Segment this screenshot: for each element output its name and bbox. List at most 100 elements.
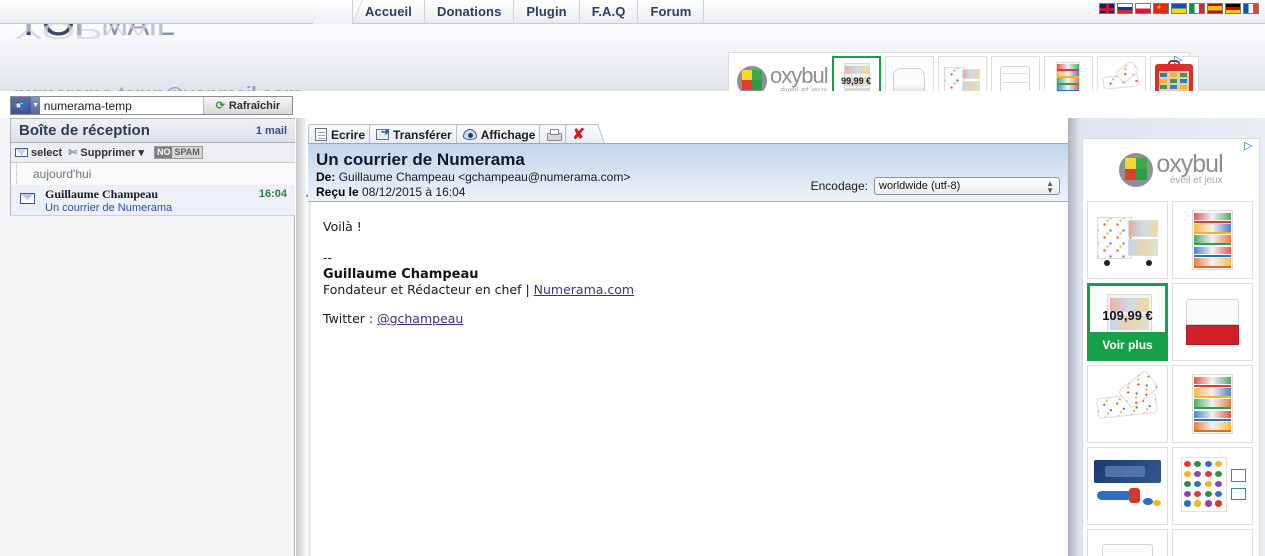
eye-icon (462, 129, 477, 140)
message-toolbar-tabs: Ecrire Transférer Affichage ✘ (308, 122, 595, 144)
nospam-badge[interactable]: NO SPAM (153, 146, 203, 159)
twitter-label: Twitter : (323, 311, 378, 326)
top-ad-thumb-4[interactable] (1043, 56, 1093, 91)
mail-list-item[interactable]: Guillaume Champeau Un courrier de Numeram… (10, 185, 295, 216)
yopmail-page: Accueil Donations Plugin F.A.Q Forum ★ YOPMA… (0, 0, 1265, 556)
tab-ecrire-label: Ecrire (331, 127, 366, 142)
rail-product-cell-3[interactable] (1172, 283, 1253, 361)
tab-delete[interactable]: ✘ (565, 124, 595, 144)
top-ad-thumbnails: 99,99 € (828, 56, 1199, 91)
message-panel: Ecrire Transférer Affichage ✘ Un courrier d… (308, 118, 1068, 556)
message-body: Voilà ! -- Guillaume Champeau Fondateur … (308, 202, 1068, 556)
rail-product-cell-8[interactable] (1087, 529, 1168, 556)
select-all-button[interactable]: select (15, 147, 62, 159)
rail-product-cell-5[interactable] (1172, 365, 1253, 443)
flag-uk-icon[interactable] (1099, 3, 1115, 14)
message-received-value: 08/12/2015 à 16:04 (362, 185, 466, 199)
flag-france-icon[interactable] (1243, 3, 1259, 14)
inbox-action-bar: select ✄ Supprimer ▾ NO SPAM (10, 143, 295, 163)
rail-product-cell-0[interactable] (1087, 201, 1168, 279)
flag-russia-icon[interactable] (1117, 3, 1133, 14)
tab-ecrire[interactable]: Ecrire (308, 124, 376, 144)
adchoices-icon[interactable]: ▷ (1244, 141, 1257, 152)
chevron-down-icon[interactable]: ▾ (138, 146, 144, 159)
encoding-control: Encodage: worldwide (utf-8) ▲ ▼ (811, 177, 1060, 195)
top-banner-ad[interactable]: ▷ oxybul éveil et jeux 99,99 € (728, 52, 1199, 92)
rail-product-cell-6[interactable] (1087, 447, 1168, 525)
rail-product-cell-9[interactable] (1172, 529, 1253, 556)
mail-list: Guillaume Champeau Un courrier de Numeram… (10, 185, 295, 216)
message-header: Un courrier de Numerama De: Guillaume Ch… (308, 144, 1068, 202)
nav-forum[interactable]: Forum (638, 0, 705, 24)
twitter-handle-link[interactable]: @gchampeau (377, 311, 463, 326)
top-ad-price: 99,99 € (841, 76, 872, 86)
delete-label: Supprimer (80, 146, 136, 159)
product-image-white-cart (886, 57, 933, 91)
top-navigation-bar: Accueil Donations Plugin F.A.Q Forum (0, 0, 1265, 24)
product-image-kids-bookshelf (1173, 202, 1252, 278)
message-greeting: Voilà ! (323, 219, 362, 234)
product-image-kids-shelf (1173, 366, 1252, 442)
top-ad-thumb-5[interactable] (1096, 56, 1146, 91)
flag-china-icon[interactable]: ★ (1153, 3, 1169, 14)
compose-icon (315, 128, 327, 141)
tab-affichage[interactable]: Affichage (455, 124, 546, 144)
product-image-red-white-shelf (1173, 284, 1252, 360)
mail-subject: Un courrier de Numerama (45, 202, 173, 214)
language-flag-list: ★ (1099, 3, 1259, 14)
tab-transferer-label: Transférer (393, 127, 452, 142)
printer-icon (546, 128, 563, 141)
rail-ad-unit[interactable]: ▷ oxybul éveil et jeux 109,99 € Voir plus (1082, 138, 1260, 556)
stepper-arrows-icon: ▲ ▼ (1046, 179, 1054, 195)
forward-icon (376, 127, 389, 140)
yopmail-logo-reflection: YOPMAIL (14, 24, 174, 44)
inbox-mail-count: 1 mail (255, 124, 287, 137)
product-image-sticker-sheets (1173, 448, 1252, 524)
encoding-label: Encodage: (810, 179, 868, 193)
product-image-white-shelf (992, 57, 1039, 91)
product-image-mat-cushion (1088, 366, 1167, 442)
nav-faq[interactable]: F.A.Q (580, 0, 639, 24)
rail-product-cell-2[interactable]: 109,99 € Voir plus (1087, 283, 1168, 361)
ad-brand-wordmark: oxybul éveil et jeux (770, 63, 829, 92)
rail-product-cell-1[interactable] (1172, 201, 1253, 279)
flag-germany-icon[interactable] (1225, 3, 1241, 14)
logo-reflection-small: MAIL (100, 24, 174, 40)
top-ad-thumb-0[interactable]: 99,99 € (831, 56, 881, 91)
top-ad-thumb-3[interactable] (990, 56, 1040, 91)
rail-brand-wordmark: oxybul éveil et jeux (1156, 151, 1223, 187)
flag-poland-icon[interactable] (1135, 3, 1151, 14)
voir-plus-button[interactable]: Voir plus (1090, 332, 1165, 358)
account-selector-box[interactable]: 📬 ▼ ⟳ Rafraîchir (10, 96, 293, 115)
tab-transferer[interactable]: Transférer (369, 124, 462, 144)
unread-envelope-icon (20, 193, 35, 204)
flag-spain-icon[interactable] (1207, 3, 1223, 14)
delete-button[interactable]: ✄ Supprimer ▾ (68, 146, 144, 160)
inbox-panel: Boîte de réception 1 mail select ✄ Suppr… (0, 118, 295, 556)
nav-plugin[interactable]: Plugin (514, 0, 580, 24)
product-image-dots-cart-books (939, 57, 986, 91)
flag-ukraine-icon[interactable] (1171, 3, 1187, 14)
refresh-button[interactable]: ⟳ Rafraîchir (202, 97, 292, 114)
select-label: select (31, 146, 63, 159)
rail-product-cell-7[interactable] (1172, 447, 1253, 525)
nav-donations[interactable]: Donations (425, 0, 515, 24)
nospam-badge-no: NO (154, 147, 173, 158)
account-name-input[interactable] (39, 97, 203, 114)
chevron-down-icon[interactable]: ▼ (31, 97, 40, 114)
nav-accueil[interactable]: Accueil (352, 0, 425, 24)
ad-brand-name: oxybul (770, 63, 829, 88)
top-ad-thumb-1[interactable] (884, 56, 934, 91)
rail-product-price: 109,99 € (1102, 308, 1153, 323)
encoding-select[interactable]: worldwide (utf-8) ▲ ▼ (874, 177, 1060, 195)
tab-affichage-label: Affichage (480, 127, 536, 142)
adchoices-icon[interactable]: ▷ (1174, 55, 1187, 66)
rail-product-cell-4[interactable] (1087, 365, 1168, 443)
mail-time: 16:04 (258, 188, 287, 200)
top-ad-thumb-2[interactable] (937, 56, 987, 91)
flag-italy-icon[interactable] (1189, 3, 1205, 14)
signature-site-link[interactable]: Numerama.com (534, 282, 634, 297)
message-subject: Un courrier de Numerama (316, 150, 525, 169)
message-from-value: Guillaume Champeau <gchampeau@numerama.c… (338, 170, 631, 184)
signature-role: Fondateur et Rédacteur en chef | Numeram… (323, 282, 1068, 297)
